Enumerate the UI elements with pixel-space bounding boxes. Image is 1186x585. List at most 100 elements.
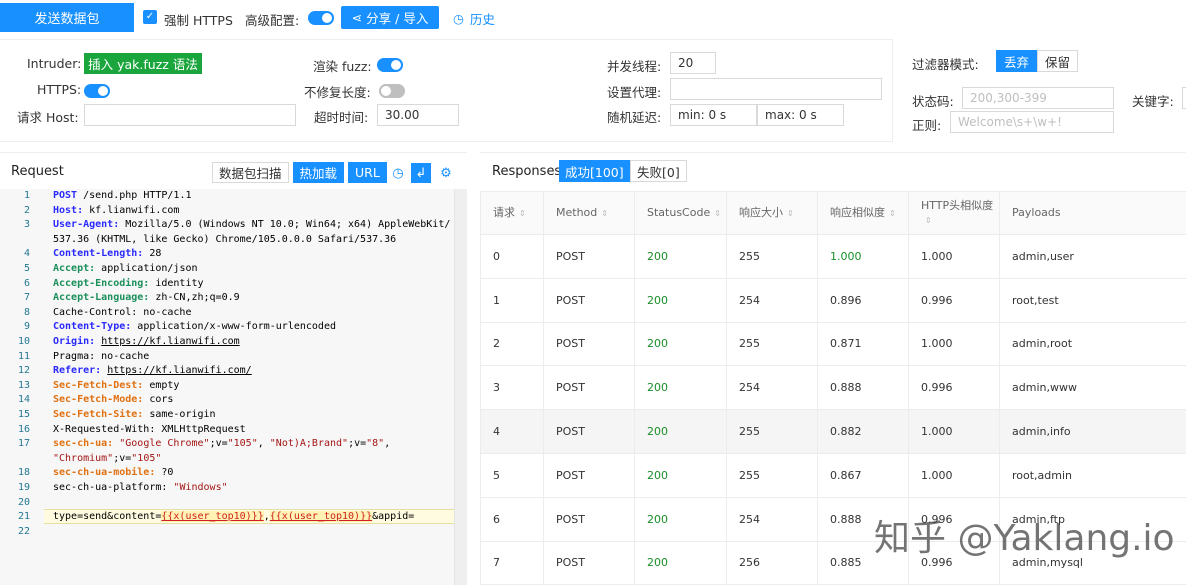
line-number: 7 bbox=[23, 292, 30, 304]
cell-method: POST bbox=[543, 496, 635, 542]
timeout-label: 超时时间: bbox=[314, 110, 369, 125]
column-header-header-similarity[interactable]: HTTP头相似度⇕ bbox=[908, 191, 1000, 235]
hot-load-button[interactable]: 热加载 bbox=[292, 162, 345, 183]
header-line: Origin: https://kf.lianwifi.com bbox=[53, 336, 240, 347]
table-row[interactable]: 5 POST 200 255 0.867 1.000 root,admin bbox=[480, 452, 1186, 498]
line-number: 5 bbox=[23, 263, 30, 274]
cell-header-similarity: 1.000 bbox=[908, 409, 1000, 454]
history-link[interactable]: ◷ 历史 bbox=[453, 9, 495, 28]
table-row[interactable]: 0 POST 200 255 1.000 1.000 admin,user bbox=[480, 234, 1186, 279]
request-host-input[interactable] bbox=[84, 104, 296, 126]
header-line: Sec-Fetch-Mode: cors bbox=[53, 394, 174, 406]
line-number: 22 bbox=[17, 525, 30, 537]
history-icon[interactable]: ◷ bbox=[388, 163, 408, 183]
line-number: 4 bbox=[23, 248, 30, 260]
cell-method: POST bbox=[543, 234, 635, 279]
line-number: 11 bbox=[17, 350, 30, 362]
delay-label: 随机延迟: bbox=[607, 110, 662, 125]
no-fix-length-label: 不修复长度: bbox=[304, 85, 371, 100]
cell-request-id: 6 bbox=[480, 496, 544, 542]
share-import-label: 分享 / 导入 bbox=[366, 11, 429, 26]
cell-header-similarity: 0.996 bbox=[908, 496, 1000, 542]
url-button[interactable]: URL bbox=[348, 162, 387, 183]
regex-label: 正则: bbox=[912, 118, 942, 133]
sort-icon: ⇕ bbox=[787, 208, 794, 218]
cell-header-similarity: 0.996 bbox=[908, 540, 1000, 585]
cell-payloads: admin,mysql bbox=[999, 540, 1186, 585]
cell-status-code: 200 bbox=[634, 409, 727, 454]
cell-request-id: 4 bbox=[480, 409, 544, 454]
header-line: User-Agent: Mozilla/5.0 (Windows NT 10.0… bbox=[53, 219, 451, 231]
enter-icon[interactable]: ↲ bbox=[411, 163, 431, 183]
cell-response-similarity: 0.896 bbox=[817, 277, 909, 323]
line-number: 9 bbox=[23, 321, 30, 333]
tab-success[interactable]: 成功[100] bbox=[559, 160, 630, 182]
request-actions: 数据包扫描 热加载 URL bbox=[212, 162, 387, 183]
responses-table: 请求 ⇕ Method ⇕ StatusCode ⇕ 响应大小 ⇕ 响应相似度 ⇕ HTT… bbox=[480, 191, 1186, 585]
settings-gear-icon[interactable]: ⚙ bbox=[436, 163, 456, 183]
force-https-checkbox[interactable]: ✓ bbox=[143, 10, 157, 24]
cell-status-code: 200 bbox=[634, 321, 727, 367]
table-row[interactable]: 4 POST 200 255 0.882 1.000 admin,info bbox=[480, 409, 1186, 454]
column-header-request[interactable]: 请求 ⇕ bbox=[480, 191, 544, 235]
advanced-config-panel: Intruder: 插入 yak.fuzz 语法 HTTPS: 请求 Host:… bbox=[0, 39, 893, 142]
share-import-button[interactable]: ⋖ 分享 / 导入 bbox=[341, 6, 439, 29]
request-host-label: 请求 Host: bbox=[17, 110, 79, 125]
advanced-config-label: 高级配置: bbox=[245, 13, 300, 28]
https-label: HTTPS: bbox=[37, 82, 82, 97]
timeout-input[interactable]: 30.00 bbox=[377, 104, 459, 126]
advanced-config-toggle[interactable] bbox=[308, 11, 334, 25]
table-row[interactable]: 7 POST 200 256 0.885 0.996 admin,mysql bbox=[480, 540, 1186, 585]
header-line: X-Requested-With: XMLHttpRequest bbox=[53, 423, 246, 435]
cell-method: POST bbox=[543, 409, 635, 454]
line-number: 10 bbox=[17, 336, 30, 347]
no-fix-length-toggle[interactable] bbox=[379, 84, 405, 98]
proxy-input[interactable] bbox=[670, 78, 882, 100]
table-row[interactable]: 6 POST 200 254 0.888 0.996 admin,ftp bbox=[480, 496, 1186, 542]
cell-header-similarity: 1.000 bbox=[908, 321, 1000, 367]
delay-max-input[interactable]: max: 0 s bbox=[757, 104, 844, 126]
status-code-input[interactable]: 200,300-399 bbox=[962, 87, 1114, 109]
body-line: type=send&content={{x(user_top10)}},{{x(… bbox=[53, 511, 415, 523]
line-number: 1 bbox=[23, 190, 30, 201]
cell-method: POST bbox=[543, 321, 635, 367]
header-line: Referer: https://kf.lianwifi.com/ bbox=[53, 365, 252, 377]
request-editor[interactable]: 1 2 3 4 5 6 7 8 9 10 11 12 13 14 15 16 17 18 19 20 21 22 POST… bbox=[0, 189, 467, 585]
editor-scrollbar[interactable] bbox=[454, 189, 467, 585]
delay-min-input[interactable]: min: 0 s bbox=[670, 104, 757, 126]
column-header-response-size[interactable]: 响应大小 ⇕ bbox=[726, 191, 818, 235]
cell-response-similarity: 0.867 bbox=[817, 452, 909, 498]
line-number: 20 bbox=[17, 496, 30, 508]
header-line: Sec-Fetch-Site: same-origin bbox=[53, 409, 216, 420]
cell-response-similarity: 0.888 bbox=[817, 365, 909, 411]
tab-fail[interactable]: 失败[0] bbox=[630, 160, 687, 182]
cell-header-similarity: 1.000 bbox=[908, 234, 1000, 279]
table-row[interactable]: 1 POST 200 254 0.896 0.996 root,test bbox=[480, 277, 1186, 323]
column-header-status-code[interactable]: StatusCode ⇕ bbox=[634, 191, 727, 235]
share-icon: ⋖ bbox=[351, 10, 363, 25]
table-row[interactable]: 2 POST 200 255 0.871 1.000 admin,root bbox=[480, 321, 1186, 367]
keyword-input[interactable] bbox=[1182, 87, 1186, 109]
line-number: 19 bbox=[17, 482, 30, 493]
render-fuzz-toggle[interactable] bbox=[377, 58, 403, 72]
regex-input[interactable]: Welcome\s+\w+! bbox=[950, 111, 1114, 133]
insert-fuzz-button[interactable]: 插入 yak.fuzz 语法 bbox=[84, 53, 202, 74]
line-number: 3 bbox=[23, 219, 30, 231]
cell-response-size: 254 bbox=[726, 496, 818, 542]
history-icon: ◷ bbox=[453, 11, 464, 26]
filter-mode-discard[interactable]: 丢弃 bbox=[996, 50, 1038, 72]
header-line: Host: kf.lianwifi.com bbox=[53, 204, 180, 216]
responses-panel: Responses 成功[100] 失败[0] 请求 ⇕ Method ⇕ Stat… bbox=[480, 152, 1186, 585]
send-packet-button[interactable]: 发送数据包 bbox=[0, 3, 134, 32]
filter-mode-keep[interactable]: 保留 bbox=[1037, 50, 1079, 72]
https-toggle[interactable] bbox=[84, 84, 110, 98]
packet-scan-button[interactable]: 数据包扫描 bbox=[212, 162, 289, 183]
cell-request-id: 0 bbox=[480, 234, 544, 279]
table-row[interactable]: 3 POST 200 254 0.888 0.996 admin,www bbox=[480, 365, 1186, 411]
threads-input[interactable]: 20 bbox=[670, 52, 716, 74]
column-header-response-similarity[interactable]: 响应相似度 ⇕ bbox=[817, 191, 909, 235]
column-header-method[interactable]: Method ⇕ bbox=[543, 191, 635, 235]
cell-payloads: admin,www bbox=[999, 365, 1186, 411]
column-header-payloads[interactable]: Payloads bbox=[999, 191, 1186, 235]
line-number: 18 bbox=[17, 467, 30, 479]
